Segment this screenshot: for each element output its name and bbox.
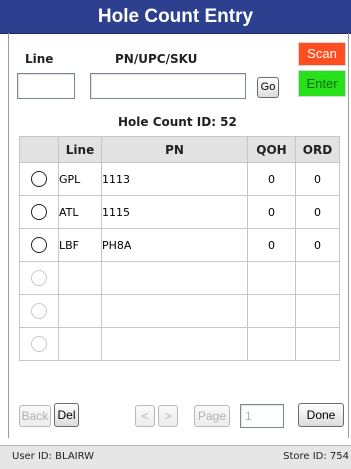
cell-ord: 0 bbox=[295, 195, 340, 229]
cell-pn bbox=[101, 294, 248, 328]
scan-button[interactable]: Scan bbox=[298, 42, 346, 66]
cell-pn bbox=[101, 261, 248, 295]
table-row[interactable]: LBF PH8A 0 0 bbox=[19, 228, 340, 262]
cell-line bbox=[58, 327, 102, 361]
line-input[interactable] bbox=[17, 73, 75, 99]
row-select-radio-disabled bbox=[31, 336, 47, 352]
line-label: Line bbox=[25, 52, 54, 66]
done-button[interactable]: Done bbox=[298, 403, 344, 427]
cell-line: LBF bbox=[58, 228, 102, 262]
cell-qoh bbox=[247, 294, 296, 328]
cell-ord: 0 bbox=[295, 162, 340, 196]
cell-ord bbox=[295, 261, 340, 295]
cell-qoh: 0 bbox=[247, 228, 296, 262]
table-row-empty bbox=[19, 294, 340, 328]
cell-pn: 1113 bbox=[101, 162, 248, 196]
row-select-radio-disabled bbox=[31, 303, 47, 319]
cell-qoh: 0 bbox=[247, 195, 296, 229]
cell-pn: 1115 bbox=[101, 195, 248, 229]
table-row-empty bbox=[19, 261, 340, 295]
header-select bbox=[19, 136, 59, 163]
cell-qoh: 0 bbox=[247, 162, 296, 196]
header-qoh: QOH bbox=[247, 136, 296, 163]
go-button[interactable]: Go bbox=[257, 77, 279, 98]
pn-upc-sku-input[interactable] bbox=[90, 73, 246, 99]
window-title: Hole Count Entry bbox=[97, 6, 254, 27]
cell-pn bbox=[101, 327, 248, 361]
cell-line bbox=[58, 261, 102, 295]
header-ord: ORD bbox=[295, 136, 340, 163]
table-row[interactable]: ATL 1115 0 0 bbox=[19, 195, 340, 229]
prev-page-button[interactable]: < bbox=[135, 405, 155, 427]
delete-button[interactable]: Del bbox=[54, 403, 79, 427]
row-select-radio[interactable] bbox=[31, 171, 47, 187]
cell-ord bbox=[295, 294, 340, 328]
cell-ord bbox=[295, 327, 340, 361]
hole-count-table: Line PN QOH ORD GPL 1113 0 0 ATL 1115 0 … bbox=[19, 136, 340, 361]
cell-qoh bbox=[247, 261, 296, 295]
user-id: User ID: BLAIRW bbox=[12, 451, 95, 462]
cell-qoh bbox=[247, 327, 296, 361]
hole-count-id: Hole Count ID: 52 bbox=[118, 115, 237, 129]
enter-button[interactable]: Enter bbox=[298, 70, 346, 97]
header-line: Line bbox=[58, 136, 102, 163]
next-page-button[interactable]: > bbox=[158, 405, 178, 427]
table-header-row: Line PN QOH ORD bbox=[19, 136, 340, 163]
back-button[interactable]: Back bbox=[19, 405, 51, 427]
row-select-radio[interactable] bbox=[31, 237, 47, 253]
page-button[interactable]: Page bbox=[194, 405, 230, 427]
cell-line: GPL bbox=[58, 162, 102, 196]
cell-ord: 0 bbox=[295, 228, 340, 262]
cell-line bbox=[58, 294, 102, 328]
row-select-radio-disabled bbox=[31, 270, 47, 286]
cell-pn: PH8A bbox=[101, 228, 248, 262]
page-number-input[interactable] bbox=[240, 404, 284, 428]
header-pn: PN bbox=[101, 136, 248, 163]
table-row[interactable]: GPL 1113 0 0 bbox=[19, 162, 340, 196]
table-row-empty bbox=[19, 327, 340, 361]
row-select-radio[interactable] bbox=[31, 204, 47, 220]
pn-label: PN/UPC/SKU bbox=[115, 52, 198, 66]
cell-line: ATL bbox=[58, 195, 102, 229]
store-id: Store ID: 754 bbox=[283, 451, 349, 462]
